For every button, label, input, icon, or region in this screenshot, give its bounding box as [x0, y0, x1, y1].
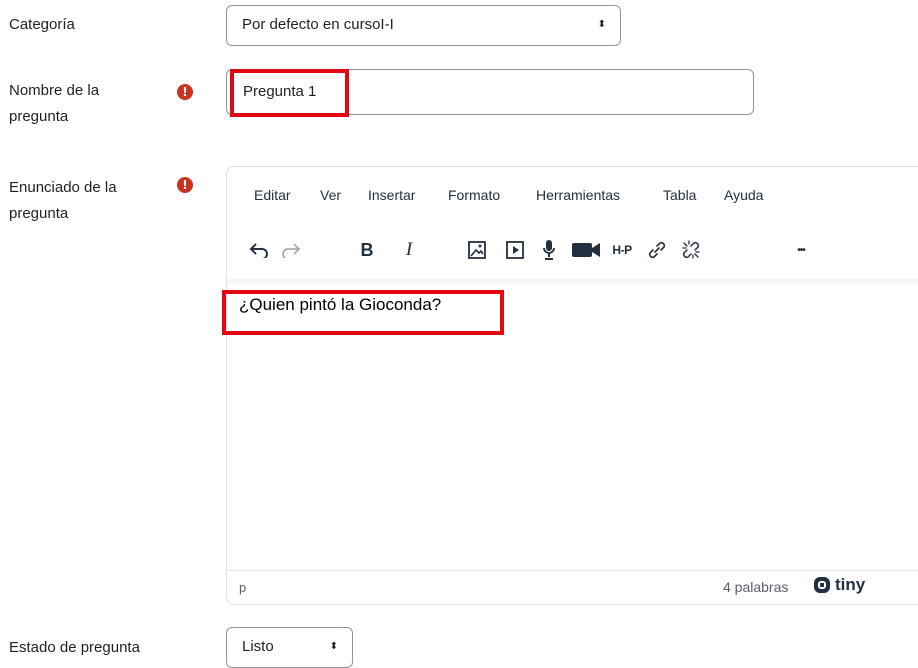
menu-editar[interactable]: Editar — [254, 187, 291, 203]
menu-herramientas[interactable]: Herramientas — [536, 187, 620, 203]
rich-text-editor[interactable]: Editar Ver Insertar Formato Herramientas… — [226, 166, 918, 605]
tiny-logo[interactable]: tiny — [813, 575, 865, 595]
link-icon[interactable] — [645, 236, 669, 264]
editor-toolbar: B I H-P ••• — [227, 231, 918, 271]
menu-insertar[interactable]: Insertar — [368, 187, 415, 203]
tiny-logo-icon — [814, 577, 830, 593]
menu-formato[interactable]: Formato — [448, 187, 500, 203]
tiny-brand-text: tiny — [835, 575, 866, 594]
italic-icon[interactable]: I — [397, 236, 421, 264]
estado-label: Estado de pregunta — [9, 639, 140, 656]
toolbar-divider — [227, 279, 918, 287]
enunciado-label: Enunciado de la pregunta — [9, 179, 117, 222]
editor-menubar: Editar Ver Insertar Formato Herramientas… — [227, 183, 918, 211]
categoria-value: Por defecto en cursoI-I — [242, 16, 394, 33]
microphone-icon[interactable] — [537, 236, 561, 264]
nombre-value: Pregunta 1 — [243, 83, 317, 100]
media-icon[interactable] — [503, 236, 527, 264]
categoria-label: Categoría — [9, 16, 75, 33]
editor-statusbar: p 4 palabras tiny — [227, 570, 918, 604]
categoria-select[interactable]: Por defecto en cursoI-I ⬍ — [226, 5, 621, 46]
required-icon: ! — [177, 177, 193, 193]
bold-icon[interactable]: B — [355, 236, 379, 264]
menu-ver[interactable]: Ver — [320, 187, 341, 203]
menu-ayuda[interactable]: Ayuda — [724, 187, 763, 203]
image-icon[interactable] — [465, 236, 489, 264]
required-icon: ! — [177, 84, 193, 100]
element-path[interactable]: p — [239, 580, 246, 595]
select-arrows-icon: ⬍ — [329, 641, 338, 652]
select-arrows-icon: ⬍ — [597, 19, 606, 30]
unlink-icon[interactable] — [679, 236, 703, 264]
redo-icon[interactable] — [279, 236, 303, 264]
video-camera-icon[interactable] — [569, 236, 603, 264]
menu-tabla[interactable]: Tabla — [663, 187, 696, 203]
more-icon[interactable]: ••• — [789, 236, 813, 264]
estado-select[interactable]: Listo ⬍ — [226, 627, 353, 668]
word-count[interactable]: 4 palabras — [723, 579, 788, 595]
content-highlight — [222, 290, 504, 335]
nombre-label: Nombre de la pregunta — [9, 82, 100, 125]
h5p-icon[interactable]: H-P — [607, 236, 637, 264]
undo-icon[interactable] — [247, 236, 271, 264]
estado-value: Listo — [242, 638, 274, 655]
